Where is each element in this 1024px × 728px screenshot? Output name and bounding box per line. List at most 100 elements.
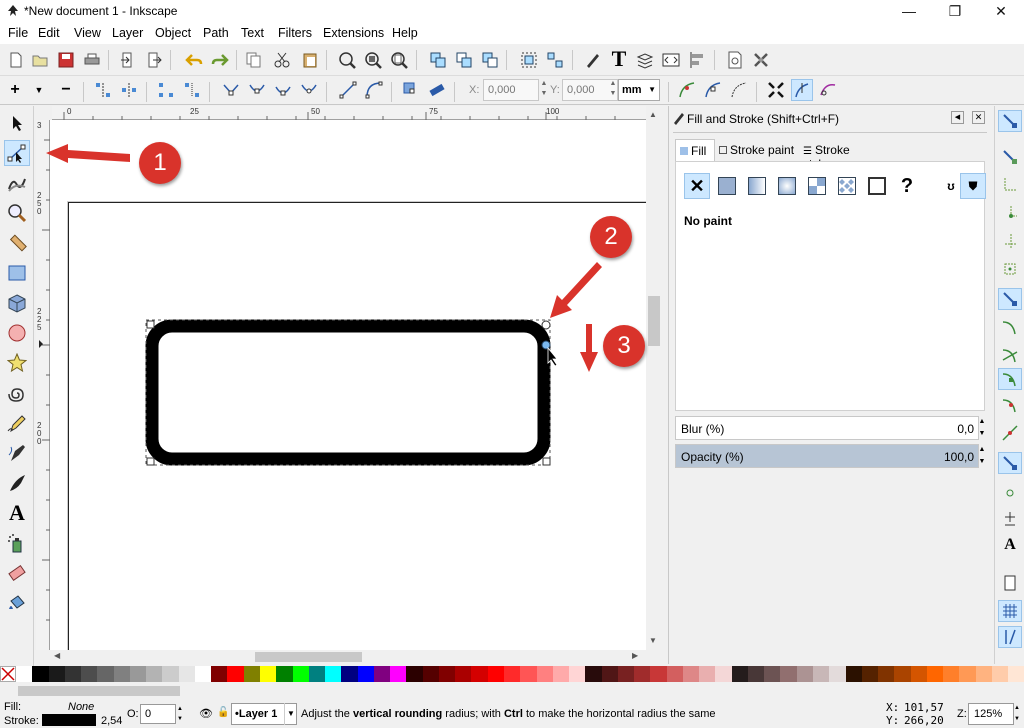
- palette-swatch[interactable]: [975, 666, 992, 682]
- flat-color-icon[interactable]: [714, 173, 740, 199]
- opacity-spinner[interactable]: ▲ ▼: [977, 444, 987, 468]
- palette-swatch[interactable]: [81, 666, 98, 682]
- scroll-thumb[interactable]: [648, 296, 660, 346]
- duplicate-icon[interactable]: [427, 49, 449, 71]
- snap-cusp-nodes-icon[interactable]: [998, 368, 1022, 390]
- zoom-page-icon[interactable]: [388, 49, 410, 71]
- ellipse-tool-icon[interactable]: [4, 320, 30, 346]
- object-to-path-icon[interactable]: [400, 79, 422, 101]
- menu-path[interactable]: Path: [203, 26, 229, 40]
- palette-swatch[interactable]: [1008, 666, 1024, 682]
- save-icon[interactable]: [55, 49, 77, 71]
- palette-swatch[interactable]: [308, 666, 326, 682]
- copy-icon[interactable]: [243, 49, 265, 71]
- group-icon[interactable]: [518, 49, 540, 71]
- palette-swatch[interactable]: [845, 666, 862, 682]
- palette-swatch[interactable]: [162, 666, 179, 682]
- opacity-status-input[interactable]: 0: [140, 704, 176, 724]
- undo-icon[interactable]: [183, 49, 205, 71]
- delete-node-icon[interactable]: −: [55, 79, 77, 101]
- palette-swatch[interactable]: [406, 666, 423, 682]
- export-icon[interactable]: [143, 49, 165, 71]
- show-bezier-handles-icon[interactable]: [702, 79, 724, 101]
- palette-scroll-thumb[interactable]: [18, 686, 180, 696]
- palette-swatch[interactable]: [747, 666, 765, 682]
- pencil-tool-icon[interactable]: [4, 410, 30, 436]
- tweak-tool-icon[interactable]: [4, 170, 30, 196]
- show-path-outline-icon[interactable]: [728, 79, 750, 101]
- fill-indicator[interactable]: None: [68, 701, 94, 713]
- minimize-button[interactable]: —: [886, 0, 932, 22]
- y-spinner[interactable]: ▲ ▼: [608, 79, 618, 101]
- palette-swatch[interactable]: [666, 666, 683, 682]
- ungroup-icon[interactable]: [544, 49, 566, 71]
- palette-swatch[interactable]: [341, 666, 358, 682]
- snap-guides-icon[interactable]: [998, 626, 1022, 648]
- paste-icon[interactable]: [299, 49, 321, 71]
- palette-swatch[interactable]: [243, 666, 260, 682]
- palette-swatch[interactable]: [699, 666, 716, 682]
- xml-editor-icon[interactable]: [660, 49, 682, 71]
- unit-select[interactable]: mm ▼: [618, 79, 660, 101]
- snap-bbox-icon[interactable]: [998, 146, 1022, 168]
- palette-swatch[interactable]: [634, 666, 651, 682]
- x-coordinate-input[interactable]: [483, 79, 539, 101]
- layer-lock-icon[interactable]: 🔓: [217, 707, 229, 718]
- eraser-tool-icon[interactable]: [4, 560, 30, 586]
- rectangle-tool-icon[interactable]: [4, 260, 30, 286]
- menu-layer[interactable]: Layer: [112, 26, 143, 40]
- palette-swatch[interactable]: [959, 666, 976, 682]
- chevron-down-icon[interactable]: ▼: [284, 703, 297, 725]
- insert-node-dropdown-icon[interactable]: ▼: [28, 79, 50, 101]
- snap-page-border-icon[interactable]: [998, 572, 1022, 594]
- opacity-slider[interactable]: Opacity (%) 100,0: [675, 444, 979, 468]
- unlink-clone-icon[interactable]: [479, 49, 501, 71]
- palette-swatch[interactable]: [894, 666, 911, 682]
- drawing-canvas[interactable]: [50, 120, 646, 650]
- palette-swatch[interactable]: [325, 666, 342, 682]
- fill-stroke-icon[interactable]: [582, 49, 604, 71]
- unset-paint-icon[interactable]: ?: [894, 173, 920, 199]
- palette-swatch[interactable]: [438, 666, 456, 682]
- palette-swatch[interactable]: [943, 666, 960, 682]
- segment-curve-icon[interactable]: [363, 79, 385, 101]
- blur-spinner[interactable]: ▲ ▼: [977, 416, 987, 440]
- bezier-handles-toggle-icon[interactable]: [791, 79, 813, 101]
- x-spinner[interactable]: ▲ ▼: [539, 79, 549, 101]
- 3d-box-tool-icon[interactable]: [4, 290, 30, 316]
- panel-close-button[interactable]: ✕: [972, 111, 985, 124]
- tab-stroke-paint[interactable]: Stroke paint: [715, 139, 799, 161]
- scroll-down-icon[interactable]: ▼: [649, 636, 657, 645]
- menu-help[interactable]: Help: [392, 26, 418, 40]
- new-document-icon[interactable]: [5, 49, 27, 71]
- palette-swatch[interactable]: [503, 666, 521, 682]
- palette-swatch[interactable]: [617, 666, 635, 682]
- calligraphy-tool-icon[interactable]: [4, 470, 30, 496]
- mesh-gradient-icon[interactable]: [804, 173, 830, 199]
- palette-swatch[interactable]: [97, 666, 114, 682]
- zoom-tool-icon[interactable]: [4, 200, 30, 226]
- text-font-icon[interactable]: T: [608, 46, 630, 71]
- spiral-tool-icon[interactable]: [4, 380, 30, 406]
- palette-swatch[interactable]: [227, 666, 244, 682]
- snap-rotation-center-icon[interactable]: [998, 508, 1022, 530]
- palette-swatch[interactable]: [455, 666, 472, 682]
- palette-swatch[interactable]: [813, 666, 830, 682]
- palette-scrollbar[interactable]: [0, 682, 1024, 700]
- join-segment-icon[interactable]: [155, 79, 177, 101]
- palette-swatch[interactable]: [259, 666, 277, 682]
- palette-swatch[interactable]: [780, 666, 797, 682]
- snap-object-midpoints-icon[interactable]: [998, 482, 1022, 504]
- snap-bbox-center-icon[interactable]: [998, 258, 1022, 280]
- menu-file[interactable]: File: [8, 26, 28, 40]
- cusp-node-icon[interactable]: [220, 79, 242, 101]
- snap-smooth-nodes-icon[interactable]: [998, 394, 1022, 416]
- palette-swatch[interactable]: [910, 666, 927, 682]
- stroke-width-value[interactable]: 2,54: [101, 715, 122, 727]
- paint-bucket-tool-icon[interactable]: [4, 590, 30, 616]
- palette-swatch[interactable]: [48, 666, 65, 682]
- document-properties-icon[interactable]: [724, 49, 746, 71]
- star-tool-icon[interactable]: [4, 350, 30, 376]
- palette-swatch[interactable]: [373, 666, 391, 682]
- zoom-selection-icon[interactable]: [336, 49, 358, 71]
